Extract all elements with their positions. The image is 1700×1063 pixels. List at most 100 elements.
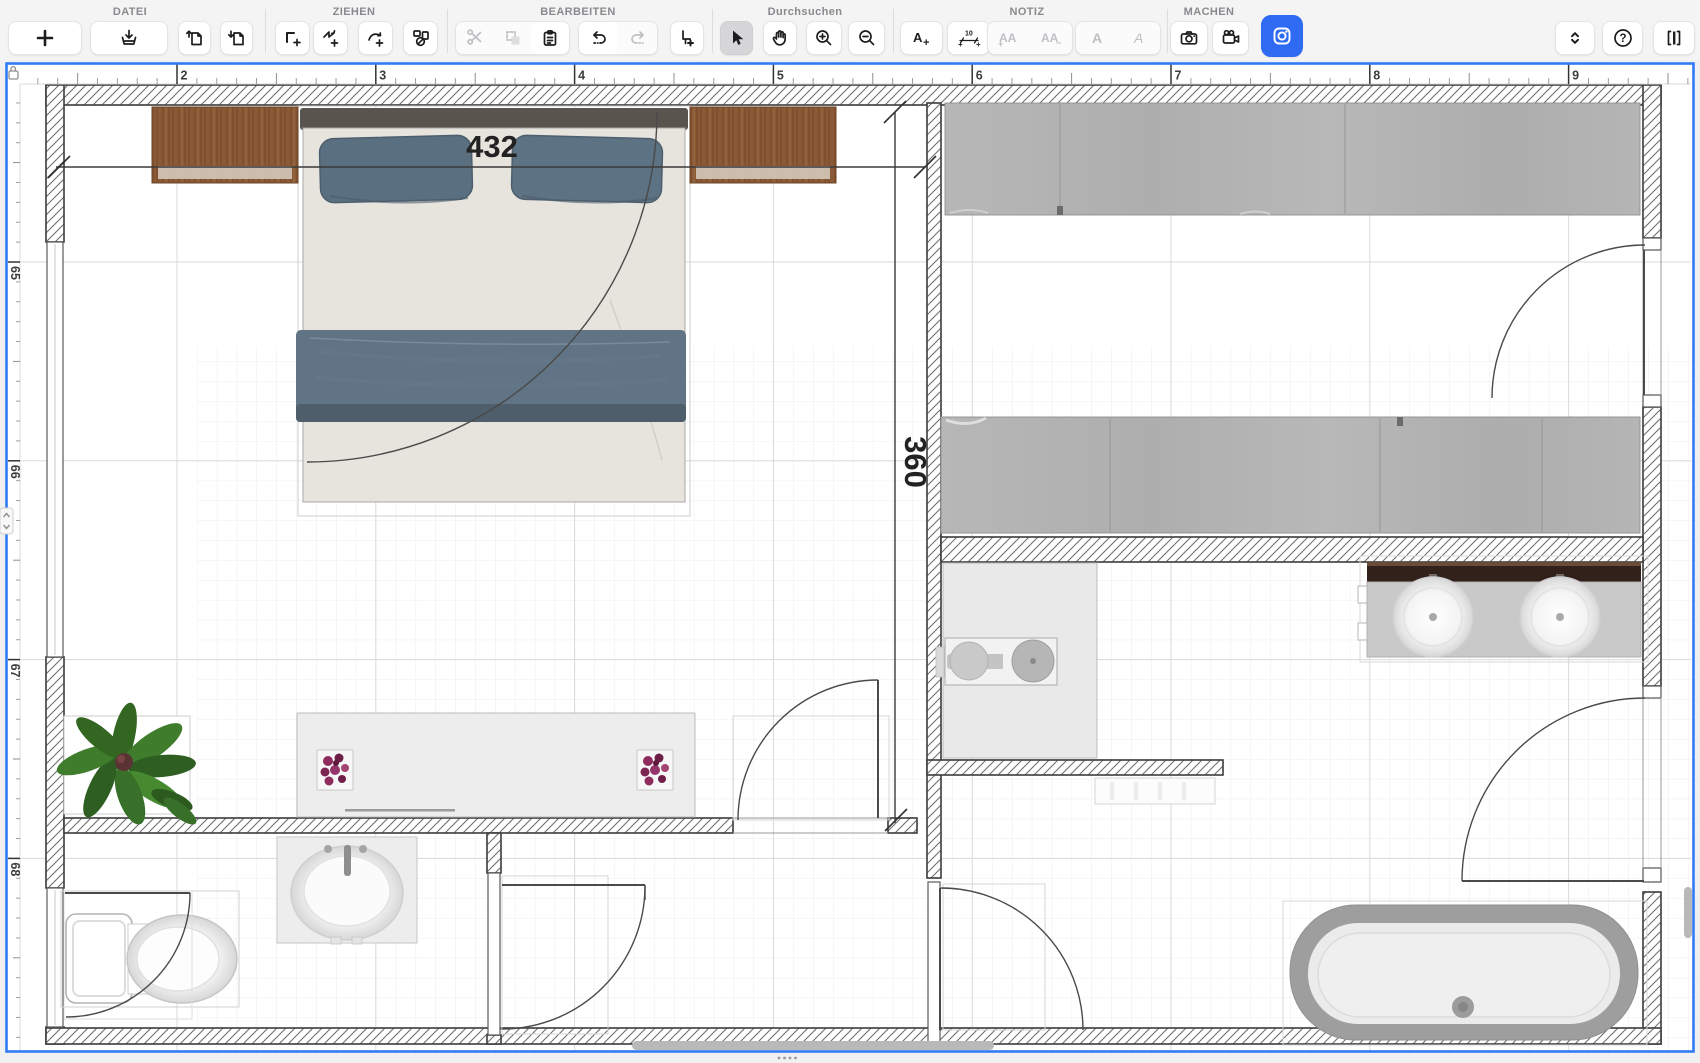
dimension-ten-icon: 10 + + (957, 28, 981, 48)
new-button[interactable] (8, 21, 82, 55)
save-tray-icon (119, 28, 139, 48)
svg-text:?: ? (1619, 33, 1626, 45)
collapse-toolbar-button[interactable] (1555, 21, 1595, 55)
flower-right (637, 750, 673, 790)
draw-curve-button[interactable] (358, 21, 393, 55)
instagram-icon (1271, 25, 1293, 47)
scissors-icon (466, 29, 484, 47)
svg-text:−: − (1056, 38, 1061, 48)
svg-text:A: A (913, 30, 923, 45)
font-larger-button[interactable]: AA + (988, 22, 1030, 54)
laundry-fixture (945, 638, 1057, 685)
undo-button[interactable] (579, 22, 618, 54)
svg-text:10: 10 (965, 31, 973, 38)
cursor-icon (727, 28, 747, 48)
nightstand-left[interactable] (152, 107, 298, 183)
paste-button[interactable] (531, 22, 569, 54)
group-label-datei: DATEI (113, 6, 147, 18)
chair-plus-icon (677, 28, 697, 48)
bed-headboard (300, 108, 688, 130)
question-icon: ? (1612, 27, 1634, 49)
font-style-group: A A (1075, 21, 1161, 55)
redo-button[interactable] (618, 22, 657, 54)
select-tool-button[interactable] (720, 21, 753, 55)
import-plan-button[interactable] (220, 21, 253, 55)
bold-button[interactable]: A (1076, 22, 1118, 54)
pan-tool-button[interactable] (763, 21, 797, 55)
wall-plus-icon (283, 28, 303, 48)
top-ruler-label: 8 (1373, 69, 1380, 83)
left-ruler-label: 68 (8, 862, 22, 876)
font-increase-icon: AA + (996, 28, 1022, 48)
cut-button[interactable] (456, 22, 494, 54)
top-ruler-label: 4 (578, 69, 585, 83)
copy-button[interactable] (494, 22, 532, 54)
radiator[interactable] (1095, 778, 1215, 804)
wardrobe-middle[interactable] (941, 417, 1640, 533)
group-label-durchsuchen: Durchsuchen (768, 6, 843, 18)
file-import-icon (227, 28, 247, 48)
sideboard[interactable] (297, 713, 695, 817)
flower-left (317, 750, 353, 790)
export-plan-button[interactable] (178, 21, 211, 55)
font-decrease-icon: AA − (1038, 28, 1064, 48)
draw-wall-button[interactable] (275, 21, 310, 55)
text-plus-icon: A + (910, 28, 934, 48)
zoom-out-icon (857, 28, 877, 48)
left-edge-toggle[interactable] (0, 508, 13, 534)
help-button[interactable]: ? (1602, 21, 1643, 55)
italic-button[interactable]: A (1118, 22, 1160, 54)
left-ruler-label: 66 (8, 465, 22, 479)
columns-icon (1664, 28, 1684, 48)
clipboard-group (455, 21, 570, 55)
svg-text:A: A (1092, 30, 1102, 46)
top-ruler-label: 9 (1572, 69, 1579, 83)
zoom-out-button[interactable] (848, 21, 885, 55)
add-text-button[interactable]: A + (900, 21, 943, 55)
file-export-icon (185, 28, 205, 48)
svg-text:+: + (958, 40, 963, 48)
add-furniture-button[interactable] (670, 21, 704, 55)
svg-text:+: + (923, 37, 929, 48)
snap-shapes-button[interactable] (403, 21, 438, 55)
top-ruler-label: 3 (379, 69, 386, 83)
floorplan-canvas[interactable]: 432 360 23456789 65666768 (0, 0, 1700, 1063)
save-button[interactable] (90, 21, 168, 55)
copy-icon (504, 29, 522, 47)
chevron-updown-icon (1565, 28, 1585, 48)
group-label-ziehen: ZIEHEN (333, 6, 376, 18)
nightstand-right[interactable] (690, 107, 836, 183)
zoom-in-icon (814, 28, 834, 48)
wardrobe-top[interactable] (945, 103, 1640, 215)
bold-a-icon: A (1089, 28, 1105, 48)
wash-basin[interactable] (277, 837, 417, 944)
vertical-scrollbar[interactable] (1684, 887, 1692, 938)
snapshot-button[interactable] (1170, 21, 1208, 55)
top-ruler-label: 5 (777, 69, 784, 83)
potted-plant[interactable] (53, 700, 200, 828)
undo-icon (589, 28, 609, 48)
top-ruler-label: 2 (181, 69, 188, 83)
add-dimension-button[interactable]: 10 + + (947, 21, 990, 55)
svg-text:+: + (976, 40, 981, 48)
laundry-cabinet[interactable] (936, 563, 1097, 758)
dimension-432-label: 432 (466, 129, 518, 164)
font-size-group: AA + AA − (987, 21, 1073, 55)
font-smaller-button[interactable]: AA − (1030, 22, 1072, 54)
group-label-notiz: NOTIZ (1010, 6, 1045, 18)
horizontal-scrollbar[interactable] (632, 1041, 994, 1050)
split-view-button[interactable] (1653, 21, 1695, 55)
curve-plus-icon (366, 28, 386, 48)
walkthrough-button[interactable] (1212, 21, 1249, 55)
double-sink-vanity[interactable] (1358, 556, 1648, 662)
instagram-share-button[interactable] (1261, 15, 1303, 57)
draw-polyline-button[interactable] (313, 21, 348, 55)
group-label-bearbeiten: BEARBEITEN (540, 6, 616, 18)
top-ruler-label: 6 (976, 69, 983, 83)
left-ruler-label: 67 (8, 664, 22, 678)
italic-a-icon: A (1131, 28, 1147, 48)
dimension-360-label: 360 (898, 436, 933, 488)
zoom-in-button[interactable] (806, 21, 842, 55)
toolbar: DATEI ZIEHEN BEARBEITEN Durchsuchen NOTI… (0, 0, 1700, 60)
bathtub[interactable] (1283, 901, 1647, 1045)
